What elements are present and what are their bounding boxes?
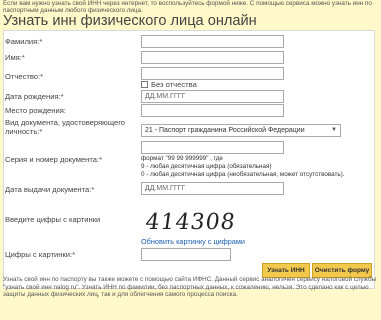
captcha-input[interactable] — [141, 248, 231, 261]
captcha-label: Введите цифры с картинки — [5, 215, 101, 224]
no-patronymic-label: Без отчества — [151, 80, 197, 89]
captcha-refresh-link[interactable]: Обновить картинку с цифрами — [141, 237, 245, 246]
doc-format-hint: формат "99 99 999999" , где — [141, 155, 223, 162]
birthplace-label: Место рождения: — [5, 106, 66, 115]
doc-hint-optional: 0 - любая десятичная цифра (необязательн… — [141, 171, 345, 178]
patronymic-input[interactable] — [141, 67, 284, 80]
page-title: Узнать инн физического лица онлайн — [3, 13, 257, 29]
bottom-note: Узнать свой инн по паспорту вы также мож… — [3, 276, 377, 299]
surname-label: Фамилия:* — [5, 37, 43, 46]
doc-type-select[interactable]: 21 - Паспорт гражданина Российской Федер… — [141, 124, 341, 137]
doc-hint-required: 9 - любая десятичная цифра (обязательная… — [141, 163, 272, 170]
issue-date-label: Дата выдачи документа:* — [5, 185, 95, 194]
name-label: Имя:* — [5, 53, 25, 62]
inn-form: Фамилия:* Имя:* Отчество:* Без отчества … — [3, 30, 375, 289]
doc-number-label: Серия и номер документа:* — [5, 155, 103, 164]
name-input[interactable] — [141, 51, 284, 64]
doc-number-input[interactable] — [141, 141, 284, 154]
patronymic-label: Отчество:* — [5, 72, 44, 81]
birthdate-input[interactable]: ДД.ММ.ГГГГ — [141, 90, 284, 103]
surname-input[interactable] — [141, 35, 284, 48]
captcha-input-label: Цифры с картинки:* — [5, 250, 76, 259]
doc-type-value: 21 - Паспорт гражданина Российской Федер… — [145, 127, 305, 134]
doc-type-label: Вид документа, удостоверяющего личность:… — [5, 118, 126, 136]
issue-date-input[interactable]: ДД.ММ.ГГГГ — [141, 182, 284, 195]
no-patronymic-checkbox[interactable] — [141, 81, 148, 88]
chevron-down-icon: ▼ — [331, 127, 337, 133]
captcha-digits: 414308 — [144, 209, 237, 235]
birthplace-input[interactable] — [141, 104, 284, 117]
captcha-svg: 414308 — [144, 209, 238, 235]
birthdate-label: Дата рождения:* — [5, 92, 64, 101]
